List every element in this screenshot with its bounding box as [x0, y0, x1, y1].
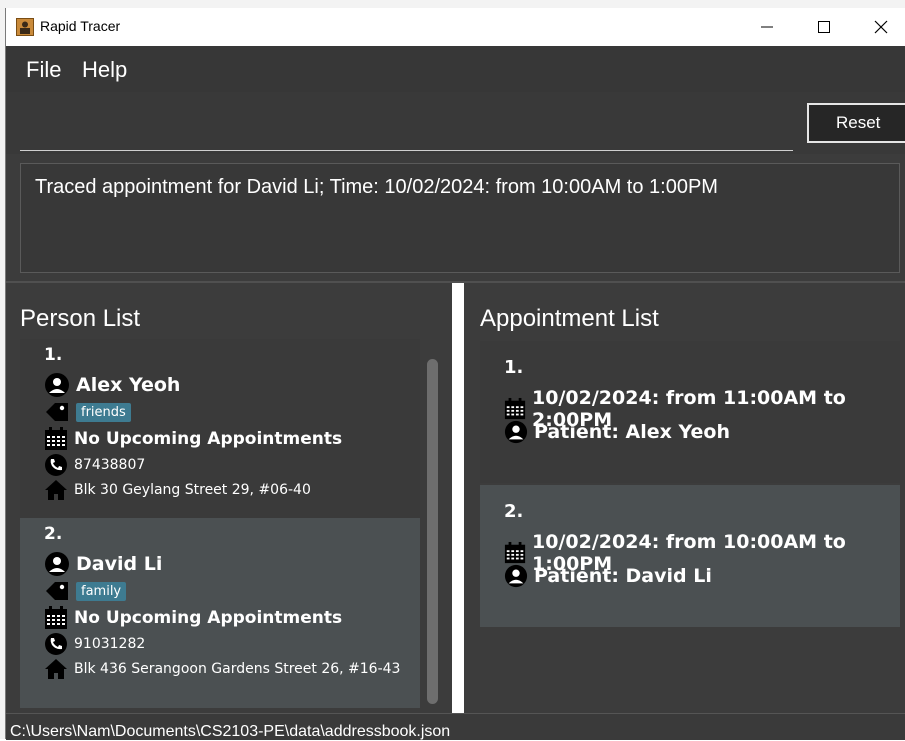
calendar-icon — [504, 397, 526, 420]
status-bar: C:\Users\Nam\Documents\CS2103-PE\data\ad… — [6, 713, 905, 740]
user-icon — [504, 420, 528, 444]
title-bar[interactable]: Rapid Tracer — [6, 8, 905, 46]
scrollbar-thumb[interactable] — [427, 359, 438, 704]
result-text: Traced appointment for David Li; Time: 1… — [35, 176, 718, 198]
reset-button[interactable]: Reset — [807, 103, 905, 143]
user-icon — [504, 564, 528, 588]
maximize-icon — [818, 21, 830, 33]
phone-icon — [45, 454, 67, 476]
result-display: Traced appointment for David Li; Time: 1… — [20, 163, 900, 273]
tag-icon — [46, 403, 68, 421]
home-icon — [45, 480, 67, 500]
person-list-title: Person List — [20, 305, 141, 332]
phone-icon — [45, 633, 67, 655]
calendar-icon — [504, 541, 526, 564]
person-list-scrollbar[interactable] — [427, 359, 438, 704]
calendar-icon — [45, 606, 67, 629]
person-address: Blk 436 Serangoon Gardens Street 26, #16… — [74, 661, 401, 677]
appointment-list-panel: Appointment List 1. 10/02/2024: from 11:… — [464, 283, 905, 713]
person-index: 1. — [44, 345, 63, 365]
person-index: 2. — [44, 524, 63, 544]
tag-icon — [46, 582, 68, 600]
maximize-button[interactable] — [795, 8, 853, 46]
person-phone: 91031282 — [74, 636, 146, 652]
close-button[interactable] — [852, 8, 905, 46]
person-appointment: No Upcoming Appointments — [74, 429, 343, 449]
home-icon — [45, 659, 67, 679]
person-appointment: No Upcoming Appointments — [74, 608, 343, 628]
menu-help[interactable]: Help — [82, 57, 127, 83]
window-title: Rapid Tracer — [40, 18, 121, 34]
appointment-patient: Patient: Alex Yeoh — [534, 421, 730, 443]
user-icon — [45, 373, 69, 397]
appointment-index: 1. — [504, 357, 524, 378]
calendar-icon — [45, 427, 67, 450]
person-name: David Li — [76, 553, 163, 575]
menu-file[interactable]: File — [26, 57, 61, 83]
split-divider[interactable] — [452, 283, 464, 713]
appointment-card[interactable]: 2. 10/02/2024: from 10:00AM to 1:00PM Pa… — [480, 485, 900, 627]
person-card[interactable]: 2. David Li family No Upcoming Appointme… — [20, 518, 420, 708]
appointment-card[interactable]: 1. 10/02/2024: from 11:00AM to 2:00PM Pa… — [480, 341, 900, 483]
person-address: Blk 30 Geylang Street 29, #06-40 — [74, 482, 311, 498]
person-tag: friends — [76, 402, 131, 422]
person-tag: family — [76, 581, 127, 601]
user-icon — [45, 552, 69, 576]
app-window: Rapid Tracer File Help Reset Traced appo… — [5, 8, 905, 740]
minimize-icon — [761, 26, 773, 28]
data-file-path: C:\Users\Nam\Documents\CS2103-PE\data\ad… — [10, 723, 451, 740]
app-icon — [16, 18, 34, 36]
close-icon — [874, 20, 888, 34]
menu-bar: File Help — [6, 46, 905, 93]
appointment-patient: Patient: David Li — [534, 565, 712, 587]
command-area: Reset — [6, 92, 905, 154]
person-phone: 87438807 — [74, 457, 146, 473]
minimize-button[interactable] — [738, 8, 796, 46]
appointment-index: 2. — [504, 501, 524, 522]
command-input[interactable] — [20, 108, 793, 151]
appointment-list-title: Appointment List — [480, 305, 659, 332]
person-name: Alex Yeoh — [76, 374, 181, 396]
person-card[interactable]: 1. Alex Yeoh friends No Upcoming Appoint… — [20, 339, 420, 529]
person-list-panel: Person List 1. Alex Yeoh friends No Upco… — [6, 283, 452, 713]
